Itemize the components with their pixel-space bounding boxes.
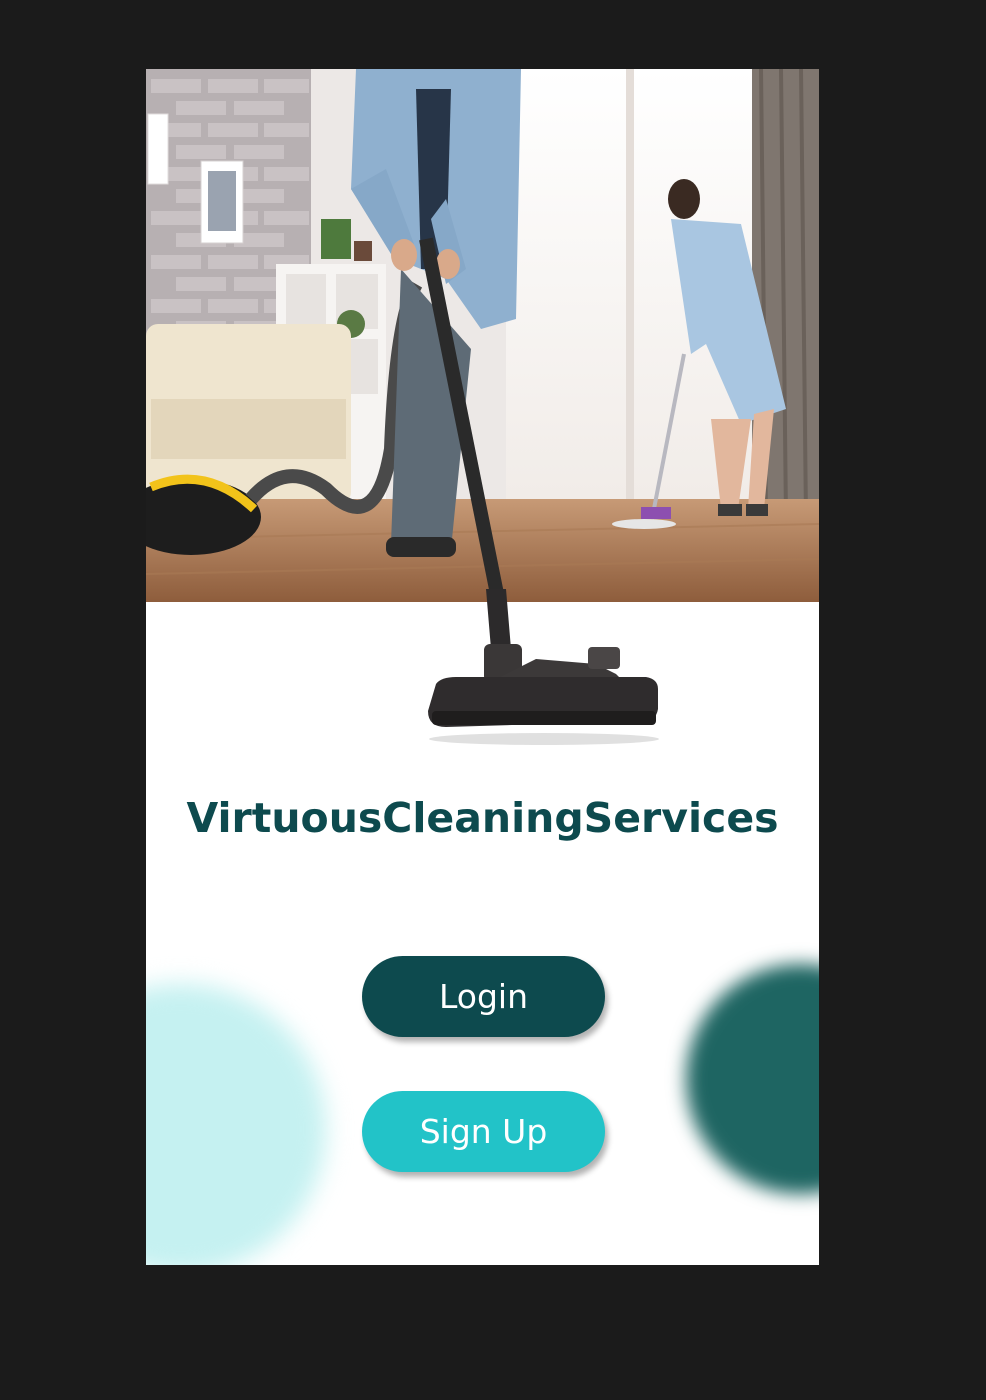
app-screen: VirtuousCleaningServices Login Sign Up [146, 69, 819, 1265]
decorative-blob-light [146, 984, 326, 1265]
sign-up-button[interactable]: Sign Up [362, 1091, 605, 1172]
decorative-blob-dark [686, 964, 819, 1194]
brand-title: VirtuousCleaningServices [186, 794, 779, 842]
vacuum-nozzle-image [428, 589, 659, 745]
hero-image [146, 69, 819, 602]
cleaning-photo-illustration [146, 69, 819, 602]
login-button[interactable]: Login [362, 956, 605, 1037]
